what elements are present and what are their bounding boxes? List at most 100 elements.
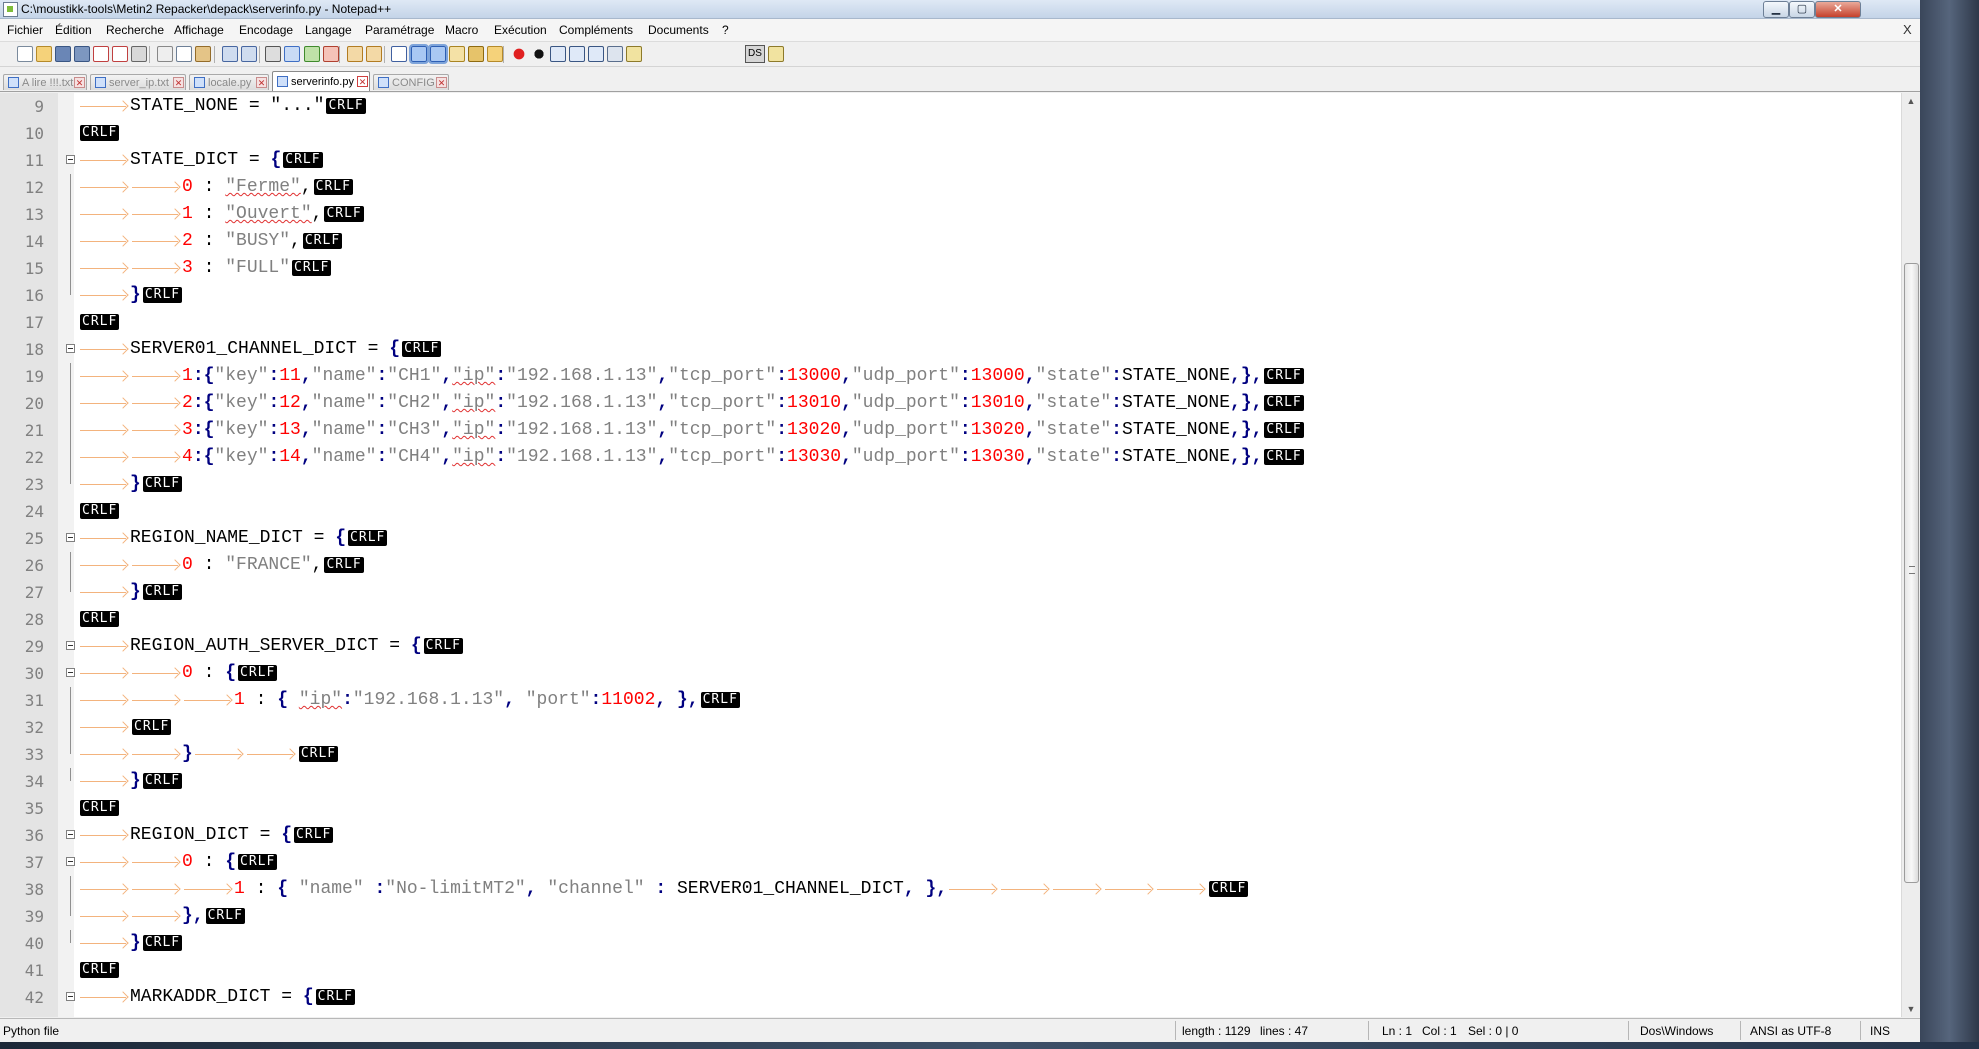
indent-guide-icon[interactable]: [428, 44, 448, 64]
menu-execution[interactable]: Exécution: [494, 23, 547, 37]
code-text[interactable]: 1 : "Ouvert", CRLF: [78, 204, 364, 224]
code-text[interactable]: } CRLF: [78, 744, 339, 764]
menu-parametrage[interactable]: Paramétrage: [365, 23, 434, 37]
code-line[interactable]: 20 2:{"key":12,"name":"CH2","ip":"192.168…: [25, 390, 1898, 417]
code-line[interactable]: 28 CRLF: [25, 606, 1898, 633]
code-text[interactable]: CRLF: [78, 798, 120, 818]
code-line[interactable]: 21 3:{"key":13,"name":"CH3","ip":"192.168…: [25, 417, 1898, 444]
new-file-icon[interactable]: [17, 46, 33, 62]
code-line[interactable]: 39}, CRLF: [25, 903, 1898, 930]
menu-langage[interactable]: Langage: [305, 23, 352, 37]
code-area[interactable]: 9 STATE_NONE = "..." CRLF 10 CRLF 11 STATE_DIC…: [25, 93, 1898, 1017]
code-text[interactable]: 1 : { "ip":"192.168.1.13", "port":11002,…: [78, 690, 740, 710]
fold-toggle-icon[interactable]: [66, 155, 75, 164]
notepadpp-app-icon[interactable]: [3, 2, 18, 17]
code-text[interactable]: 2:{"key":12,"name":"CH2","ip":"192.168.1…: [78, 393, 1304, 413]
save-macro-icon[interactable]: [588, 46, 604, 62]
tab-close-icon[interactable]: ✕: [256, 77, 267, 88]
scroll-up-arrow[interactable]: ▲: [1902, 93, 1920, 109]
undo-icon[interactable]: [222, 46, 238, 62]
redo-icon[interactable]: [241, 46, 257, 62]
code-text[interactable]: CRLF: [78, 312, 120, 332]
tab-close-icon[interactable]: ✕: [173, 77, 184, 88]
code-text[interactable]: 0 : "FRANCE", CRLF: [78, 555, 364, 575]
code-text[interactable]: } CRLF: [78, 285, 183, 305]
close-icon[interactable]: [93, 46, 109, 62]
open-file-icon[interactable]: [36, 46, 52, 62]
close-all-icon[interactable]: [112, 46, 128, 62]
code-text[interactable]: 1 : { "name" :"No-limitMT2", "channel" :…: [78, 879, 1249, 899]
code-text[interactable]: CRLF: [78, 501, 120, 521]
fold-toggle-icon[interactable]: [66, 344, 75, 353]
code-text[interactable]: STATE_DICT = {CRLF: [78, 150, 323, 170]
print-icon[interactable]: [131, 46, 147, 62]
code-line[interactable]: 18 SERVER01_CHANNEL_DICT = {CRLF: [25, 336, 1898, 363]
user-language-icon[interactable]: [449, 46, 465, 62]
code-line[interactable]: 10 CRLF: [25, 120, 1898, 147]
fold-toggle-icon[interactable]: [66, 830, 75, 839]
code-line[interactable]: 40} CRLF: [25, 930, 1898, 957]
code-text[interactable]: 2 : "BUSY", CRLF: [78, 231, 343, 251]
menu-edition[interactable]: Édition: [55, 23, 92, 37]
code-line[interactable]: 31 1 : { "ip":"192.168.1.13", "port":1100…: [25, 687, 1898, 714]
tab-serverinfo[interactable]: serverinfo.py ✕: [272, 71, 370, 91]
code-text[interactable]: 0 : {CRLF: [78, 852, 278, 872]
menu-complements[interactable]: Compléments: [559, 23, 633, 37]
code-line[interactable]: 22 4:{"key":14,"name":"CH4","ip":"192.168…: [25, 444, 1898, 471]
spell-check-icon[interactable]: [626, 46, 642, 62]
menu-recherche[interactable]: Recherche: [106, 23, 164, 37]
code-line[interactable]: 24 CRLF: [25, 498, 1898, 525]
function-list-icon[interactable]: [468, 46, 484, 62]
code-text[interactable]: STATE_NONE = "..." CRLF: [78, 96, 366, 116]
menu-fichier[interactable]: Fichier: [7, 23, 43, 37]
code-line[interactable]: 16} CRLF: [25, 282, 1898, 309]
fold-toggle-icon[interactable]: [66, 857, 75, 866]
close-document-button[interactable]: X: [1903, 22, 1912, 37]
tab-close-icon[interactable]: ✕: [357, 76, 368, 87]
code-line[interactable]: 25 REGION_NAME_DICT = {CRLF: [25, 525, 1898, 552]
vertical-scrollbar[interactable]: ▲ ▼: [1901, 93, 1920, 1017]
code-line[interactable]: 35 CRLF: [25, 795, 1898, 822]
code-text[interactable]: } CRLF: [78, 771, 183, 791]
scroll-down-arrow[interactable]: ▼: [1902, 1001, 1920, 1017]
fold-margin[interactable]: [58, 93, 74, 1017]
code-line[interactable]: 34} CRLF: [25, 768, 1898, 795]
code-text[interactable]: 0 : "Ferme", CRLF: [78, 177, 353, 197]
code-line[interactable]: 15 3 : "FULL" CRLF: [25, 255, 1898, 282]
code-line[interactable]: 29 REGION_AUTH_SERVER_DICT = {CRLF: [25, 633, 1898, 660]
code-text[interactable]: } CRLF: [78, 582, 183, 602]
find-icon[interactable]: [265, 46, 281, 62]
spellchecker-plugin-icon[interactable]: [768, 46, 784, 62]
code-text[interactable]: } CRLF: [78, 474, 183, 494]
copy-icon[interactable]: [176, 46, 192, 62]
word-wrap-icon[interactable]: [391, 46, 407, 62]
code-line[interactable]: 38 1 : { "name" :"No-limitMT2", "channel"…: [25, 876, 1898, 903]
code-text[interactable]: } CRLF: [78, 933, 183, 953]
tab-close-icon[interactable]: ✕: [436, 77, 447, 88]
tab-config[interactable]: CONFIG ✕: [373, 74, 449, 90]
code-text[interactable]: CRLF: [78, 609, 120, 629]
record-macro-icon[interactable]: [511, 46, 527, 62]
run-macro-multiple-icon[interactable]: [569, 46, 585, 62]
code-line[interactable]: 36 REGION_DICT = {CRLF: [25, 822, 1898, 849]
ds-toggle-button[interactable]: DS: [745, 45, 765, 63]
code-line[interactable]: 37 0 : {CRLF: [25, 849, 1898, 876]
code-line[interactable]: 9 STATE_NONE = "..." CRLF: [34, 93, 1898, 120]
sync-horizontal-icon[interactable]: [366, 46, 382, 62]
code-line[interactable]: 32 CRLF: [25, 714, 1898, 741]
tab-server-ip[interactable]: server_ip.txt ✕: [90, 74, 186, 90]
code-line[interactable]: 13 1 : "Ouvert", CRLF: [25, 201, 1898, 228]
tab-close-icon[interactable]: ✕: [74, 77, 85, 88]
code-editor[interactable]: 9 STATE_NONE = "..." CRLF 10 CRLF 11 STATE_DIC…: [0, 93, 1920, 1017]
save-icon[interactable]: [55, 46, 71, 62]
code-line[interactable]: 30 0 : {CRLF: [25, 660, 1898, 687]
tab-a-lire[interactable]: A lire !!!.txt ✕: [3, 74, 87, 90]
replace-icon[interactable]: [284, 46, 300, 62]
code-text[interactable]: REGION_NAME_DICT = {CRLF: [78, 528, 388, 548]
fold-toggle-icon[interactable]: [66, 533, 75, 542]
code-line[interactable]: 14 2 : "BUSY", CRLF: [25, 228, 1898, 255]
code-text[interactable]: }, CRLF: [78, 906, 245, 926]
stop-macro-icon[interactable]: [531, 46, 547, 62]
code-text[interactable]: REGION_AUTH_SERVER_DICT = {CRLF: [78, 636, 463, 656]
code-line[interactable]: 27} CRLF: [25, 579, 1898, 606]
